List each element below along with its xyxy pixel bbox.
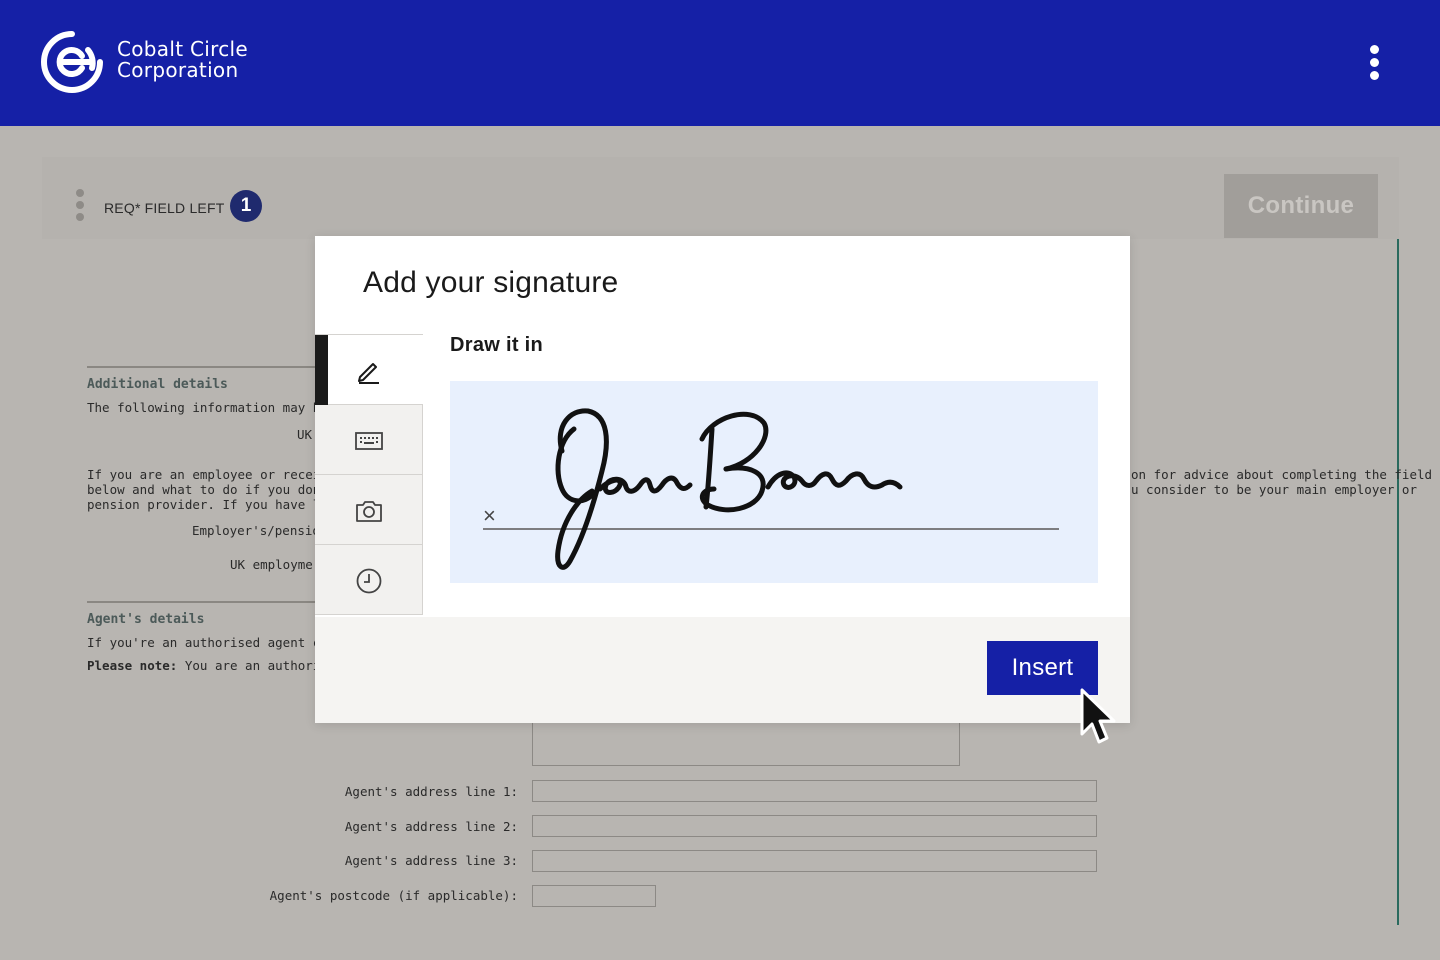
additional-details-text: The following information may help <box>87 400 343 415</box>
signature-drawing-pad[interactable]: × <box>450 381 1098 583</box>
agent-address-1-label: Agent's address line 1: <box>344 784 518 799</box>
brand-line-2: Corporation <box>117 58 239 82</box>
agent-address-3-field[interactable] <box>532 850 1097 872</box>
note-bold: Please note: <box>87 658 178 673</box>
drawn-signature <box>555 408 903 570</box>
keyboard-icon <box>355 432 383 450</box>
tab-draw[interactable] <box>315 335 423 405</box>
tab-recent[interactable] <box>315 545 423 615</box>
required-fields-label: REQ* FIELD LEFT <box>104 200 225 216</box>
section-divider <box>87 366 317 368</box>
uk-label: UK <box>297 427 313 442</box>
camera-icon <box>356 501 382 522</box>
insert-button[interactable]: Insert <box>987 641 1098 695</box>
agent-postcode-field[interactable] <box>532 885 656 907</box>
dialog-footer: Insert <box>315 617 1130 723</box>
employer-label: Employer's/pension <box>192 523 328 538</box>
continue-button[interactable]: Continue <box>1224 174 1378 238</box>
pen-icon <box>358 363 379 384</box>
agent-details-text: If you're an authorised agent comp <box>87 635 343 650</box>
mouse-pointer-icon <box>1080 688 1116 744</box>
agent-address-2-label: Agent's address line 2: <box>344 819 518 834</box>
tab-photo[interactable] <box>315 475 423 545</box>
agent-name-textarea[interactable] <box>532 718 960 766</box>
agent-address-2-field[interactable] <box>532 815 1097 837</box>
agent-note: Please note: You are an authorise <box>87 658 335 673</box>
dialog-title: Add your signature <box>363 266 619 299</box>
employee-text-right-1: on for advice about completing the field <box>1131 467 1433 482</box>
signature-method-tabs <box>315 334 423 615</box>
agent-postcode-label: Agent's postcode (if applicable): <box>269 888 518 903</box>
agent-details-heading: Agent's details <box>87 612 205 627</box>
signature-dialog: Add your signature Draw it in × Insert <box>315 236 1130 723</box>
employee-text-2: below and what to do if you don't h <box>87 482 351 497</box>
required-count-badge[interactable]: 1 <box>230 190 262 222</box>
note-text: You are an authorise <box>184 658 336 673</box>
brand-line-1: Cobalt Circle <box>117 37 248 61</box>
uk-employment-label: UK employme <box>230 557 313 572</box>
employee-text-1: If you are an employee or receive a <box>87 467 351 482</box>
draw-it-in-label: Draw it in <box>450 334 544 356</box>
top-bar: Cobalt Circle Corporation <box>0 0 1440 126</box>
kebab-menu-icon[interactable] <box>1362 42 1386 82</box>
cobalt-circle-logo <box>41 31 103 93</box>
agent-address-3-label: Agent's address line 3: <box>344 853 518 868</box>
clock-icon <box>356 568 382 594</box>
employee-text-right-2: u consider to be your main employer or <box>1131 482 1417 497</box>
additional-details-heading: Additional details <box>87 377 228 392</box>
brand-name: Cobalt Circle Corporation <box>117 39 248 81</box>
drag-handle-icon[interactable] <box>74 189 86 223</box>
section-divider <box>87 601 317 603</box>
tab-type[interactable] <box>315 405 423 475</box>
agent-address-1-field[interactable] <box>532 780 1097 802</box>
